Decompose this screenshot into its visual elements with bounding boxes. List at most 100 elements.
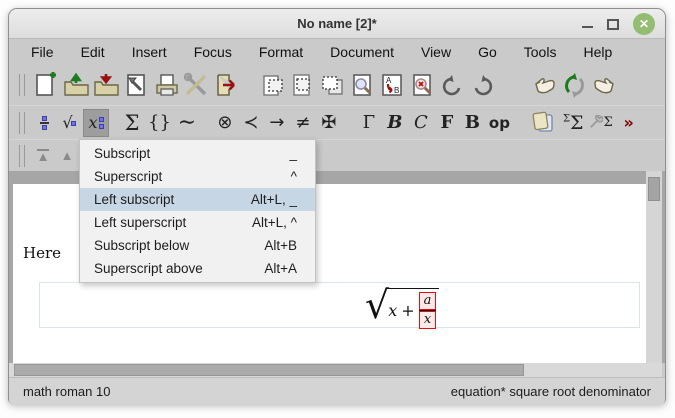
fraction-denominator[interactable]: x bbox=[419, 311, 436, 329]
jump-top-button[interactable]: ▲ bbox=[31, 144, 55, 168]
replace-icon: A B bbox=[379, 72, 406, 99]
math-preferences-button[interactable]: Σ bbox=[586, 109, 615, 137]
toolbar-grip[interactable] bbox=[19, 145, 25, 167]
greek-button[interactable]: Γ bbox=[356, 109, 382, 137]
big-operator-button[interactable]: ΣΣ bbox=[560, 109, 587, 137]
radicand: x + a x bbox=[386, 288, 439, 329]
menu-item-left-superscript[interactable]: Left superscript Alt+L, ^ bbox=[80, 211, 315, 234]
prec-button[interactable]: ≺ bbox=[238, 109, 264, 137]
hammer-icon bbox=[123, 72, 150, 99]
new-document-button[interactable] bbox=[31, 70, 61, 100]
maltese-cross-button[interactable]: ✠ bbox=[316, 109, 342, 137]
equation[interactable]: √ x + a x bbox=[365, 285, 439, 329]
menu-item-left-subscript[interactable]: Left subscript Alt+L, _ bbox=[80, 188, 315, 211]
minimize-button[interactable] bbox=[582, 20, 593, 28]
up-button[interactable]: ▲ bbox=[55, 144, 79, 168]
forward-button[interactable] bbox=[589, 70, 619, 100]
horizontal-scrollbar-thumb[interactable] bbox=[14, 364, 524, 376]
fraktur-button[interactable]: F bbox=[434, 109, 460, 137]
horizontal-scrollbar[interactable] bbox=[9, 363, 662, 377]
toolbar-grip[interactable] bbox=[19, 112, 25, 134]
preferences-button[interactable] bbox=[181, 70, 211, 100]
focused-fraction[interactable]: a x bbox=[419, 292, 437, 329]
sqrt-icon: √ bbox=[62, 113, 77, 132]
sum-sum-icon: ΣΣ bbox=[563, 112, 584, 134]
menubar: File Edit Insert Focus Format Document V… bbox=[9, 39, 665, 65]
vertical-scrollbar[interactable] bbox=[646, 171, 662, 363]
menu-file[interactable]: File bbox=[31, 44, 54, 60]
sum-button[interactable]: Σ bbox=[119, 109, 145, 137]
save-button[interactable] bbox=[91, 70, 121, 100]
chevron-up-icon: ▲ bbox=[61, 148, 74, 163]
exit-door-icon bbox=[213, 72, 240, 99]
search-button[interactable] bbox=[347, 70, 377, 100]
menu-go[interactable]: Go bbox=[478, 44, 497, 60]
spellcheck-button[interactable] bbox=[407, 70, 437, 100]
fraction-button[interactable] bbox=[31, 109, 57, 137]
menu-insert[interactable]: Insert bbox=[132, 44, 167, 60]
arrow-button[interactable]: → bbox=[264, 109, 290, 137]
blackboard-button[interactable]: B bbox=[460, 109, 486, 137]
wrench-sigma-icon: Σ bbox=[589, 115, 612, 130]
hammer-button[interactable] bbox=[121, 70, 151, 100]
redo-button[interactable] bbox=[467, 70, 497, 100]
math-toolbar: √ x Σ {} ∼ ⊗ ≺ → ≠ ✠ Γ B C F B op bbox=[9, 105, 665, 139]
copy-button[interactable] bbox=[287, 70, 317, 100]
menu-item-subscript[interactable]: Subscript _ bbox=[80, 142, 315, 165]
undo-icon bbox=[439, 72, 466, 99]
script-dropdown-menu: Subscript _ Superscript ^ Left subscript… bbox=[79, 139, 316, 283]
toolbar-overflow-button[interactable]: » bbox=[616, 109, 642, 137]
hand-back-icon bbox=[531, 72, 558, 99]
cut-button[interactable] bbox=[257, 70, 287, 100]
window-controls: ✕ bbox=[582, 9, 655, 39]
reload-button[interactable] bbox=[559, 70, 589, 100]
menu-format[interactable]: Format bbox=[259, 44, 303, 60]
bold-button[interactable]: B bbox=[382, 109, 408, 137]
back-button[interactable] bbox=[529, 70, 559, 100]
open-icon bbox=[63, 72, 90, 99]
undo-button[interactable] bbox=[437, 70, 467, 100]
cut-icon bbox=[259, 72, 286, 99]
menu-help[interactable]: Help bbox=[583, 44, 612, 60]
otimes-button[interactable]: ⊗ bbox=[212, 109, 238, 137]
sqrt-button[interactable]: √ bbox=[57, 109, 83, 137]
neq-button[interactable]: ≠ bbox=[290, 109, 316, 137]
magnifier-icon bbox=[349, 72, 376, 99]
redo-icon bbox=[469, 72, 496, 99]
wide-accent-button[interactable]: ∼ bbox=[174, 109, 200, 137]
menu-view[interactable]: View bbox=[421, 44, 451, 60]
vertical-scrollbar-thumb[interactable] bbox=[648, 177, 660, 201]
maximize-button[interactable] bbox=[607, 19, 619, 30]
texmacs-window: No name [2]* ✕ File Edit Insert Focus Fo… bbox=[8, 8, 666, 404]
equation-block[interactable]: √ x + a x bbox=[39, 282, 640, 328]
operator-button[interactable]: op bbox=[486, 109, 513, 137]
menu-item-subscript-below[interactable]: Subscript below Alt+B bbox=[80, 234, 315, 257]
quit-button[interactable] bbox=[211, 70, 241, 100]
menu-tools[interactable]: Tools bbox=[524, 44, 557, 60]
menu-item-superscript[interactable]: Superscript ^ bbox=[80, 165, 315, 188]
titlebar[interactable]: No name [2]* ✕ bbox=[9, 9, 665, 39]
replace-button[interactable]: A B bbox=[377, 70, 407, 100]
close-button[interactable]: ✕ bbox=[633, 13, 655, 35]
hand-forward-icon bbox=[591, 72, 618, 99]
fraction-numerator[interactable]: a bbox=[419, 292, 437, 310]
calligraphic-button[interactable]: C bbox=[408, 109, 434, 137]
open-button[interactable] bbox=[61, 70, 91, 100]
status-left: math roman 10 bbox=[23, 384, 110, 399]
print-button[interactable] bbox=[151, 70, 181, 100]
menu-edit[interactable]: Edit bbox=[81, 44, 105, 60]
toolbar-grip[interactable] bbox=[19, 74, 25, 96]
menu-document[interactable]: Document bbox=[330, 44, 394, 60]
cards-icon bbox=[530, 109, 557, 136]
cards-button[interactable] bbox=[527, 109, 560, 137]
close-icon: ✕ bbox=[639, 17, 649, 31]
printer-icon bbox=[153, 72, 180, 99]
script-button[interactable]: x bbox=[83, 109, 109, 137]
paste-button[interactable] bbox=[317, 70, 347, 100]
menu-focus[interactable]: Focus bbox=[194, 44, 232, 60]
fraction-icon bbox=[40, 116, 49, 130]
paste-icon bbox=[319, 72, 346, 99]
braces-button[interactable]: {} bbox=[145, 109, 174, 137]
script-icon: x bbox=[88, 113, 103, 132]
menu-item-superscript-above[interactable]: Superscript above Alt+A bbox=[80, 257, 315, 280]
